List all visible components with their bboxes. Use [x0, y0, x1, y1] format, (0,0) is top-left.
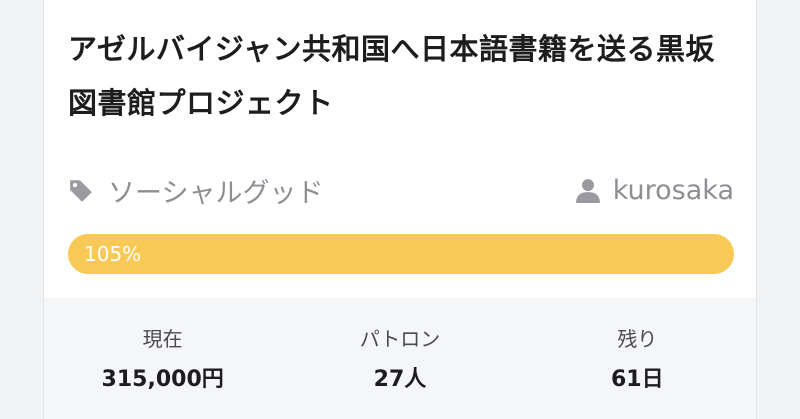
stat-patrons-label: パトロン — [359, 327, 441, 351]
category-label: ソーシャルグッド — [108, 177, 324, 209]
stat-remaining-label: 残り — [617, 327, 658, 351]
funding-progress-bar: 105% — [68, 234, 734, 274]
project-card[interactable]: アゼルバイジャン共和国へ日本語書籍を送る黒坂図書館プロジェクト ソーシャルグッド… — [43, 0, 757, 419]
stat-current-label: 現在 — [142, 327, 183, 351]
stat-remaining-value: 61日 — [611, 367, 664, 392]
owner-name: kurosaka — [612, 174, 734, 206]
stat-current: 現在 315,000円 — [44, 298, 281, 419]
user-icon — [575, 177, 601, 203]
project-title[interactable]: アゼルバイジャン共和国へ日本語書籍を送る黒坂図書館プロジェクト — [68, 22, 738, 130]
stat-patrons-value: 27人 — [373, 367, 427, 392]
stat-current-value: 315,000円 — [101, 367, 224, 392]
category-link[interactable]: ソーシャルグッド — [68, 171, 323, 210]
stat-patrons: パトロン 27人 — [281, 298, 518, 419]
progress-fill — [68, 234, 734, 274]
stat-remaining: 残り 61日 — [519, 298, 756, 419]
owner-link[interactable]: kurosaka — [575, 175, 734, 206]
project-meta: ソーシャルグッド kurosaka — [68, 170, 734, 210]
progress-percent: 105% — [84, 242, 142, 266]
stats-panel: 現在 315,000円 パトロン 27人 残り 61日 — [44, 298, 756, 419]
tag-icon — [68, 177, 94, 203]
